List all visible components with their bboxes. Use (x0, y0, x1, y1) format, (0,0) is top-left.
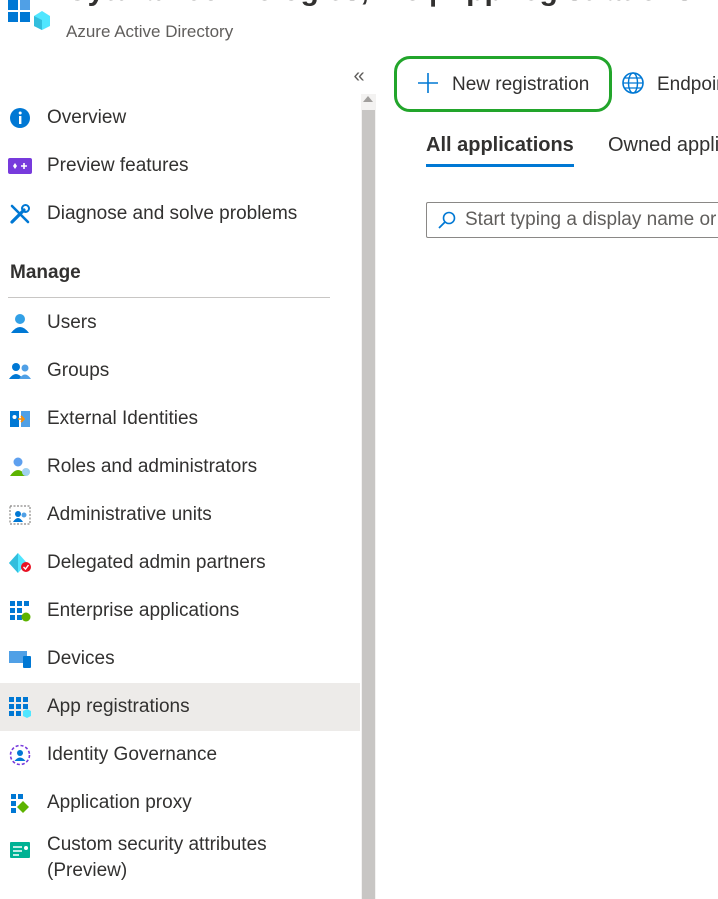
groups-icon (8, 359, 32, 383)
sidebar-item-admin-units[interactable]: Administrative units (0, 491, 360, 539)
sidebar-item-preview-features[interactable]: Preview features (0, 142, 360, 190)
app-registrations-icon (8, 695, 32, 719)
sidebar-item-external-identities[interactable]: External Identities (0, 395, 360, 443)
endpoints-button[interactable]: Endpoints (621, 68, 718, 102)
admin-units-icon (8, 503, 32, 527)
sidebar-item-enterprise-apps[interactable]: Enterprise applications (0, 587, 360, 635)
wrench-icon (8, 202, 32, 226)
info-icon (8, 106, 32, 130)
sidebar-item-label: Custom security attributes (Preview) (47, 832, 347, 884)
search-icon (438, 211, 456, 229)
sidebar-item-label: Roles and administrators (47, 456, 258, 477)
main-content: New registration Endpoints All applicati… (376, 56, 718, 899)
tab-all-applications[interactable]: All applications (426, 134, 574, 167)
sidebar-item-app-registrations[interactable]: App registrations (0, 683, 360, 731)
new-registration-label: New registration (452, 74, 590, 95)
sidebar-item-overview[interactable]: Overview (0, 94, 360, 142)
sidebar-item-label: Diagnose and solve problems (47, 203, 298, 224)
sidebar-item-delegated-partners[interactable]: Delegated admin partners (0, 539, 360, 587)
roles-icon (8, 455, 32, 479)
collapse-sidebar-button[interactable]: « (349, 64, 369, 88)
sidebar-item-label: Preview features (47, 155, 189, 176)
sidebar-item-label: External Identities (47, 408, 199, 429)
sidebar-item-identity-governance[interactable]: Identity Governance (0, 731, 360, 779)
new-registration-button[interactable]: New registration (416, 68, 589, 102)
sidebar-item-label: Identity Governance (47, 744, 218, 765)
preview-features-icon (8, 154, 32, 178)
manage-section-header: Manage (10, 262, 81, 283)
tab-owned-applications[interactable]: Owned applications (608, 134, 718, 167)
sidebar-item-roles[interactable]: Roles and administrators (0, 443, 360, 491)
sidebar-item-groups[interactable]: Groups (0, 347, 360, 395)
enterprise-apps-icon (8, 599, 32, 623)
delegated-partners-icon (8, 551, 32, 575)
sidebar: Overview Preview features Diagnose and s… (0, 94, 360, 899)
sidebar-scrollbar-thumb[interactable] (362, 110, 375, 899)
sidebar-item-label: Administrative units (47, 504, 212, 525)
sidebar-item-label-line: Custom security attributes (Preview) (47, 834, 267, 881)
sidebar-item-label: Users (47, 312, 97, 333)
devices-icon (8, 647, 32, 671)
identity-governance-icon (8, 743, 32, 767)
sidebar-item-label: Groups (47, 360, 110, 381)
application-proxy-icon (8, 791, 32, 815)
sidebar-item-application-proxy[interactable]: Application proxy (0, 779, 360, 827)
sidebar-item-label: Devices (47, 648, 115, 669)
sidebar-item-custom-security[interactable]: Custom security attributes (Preview) (0, 827, 360, 889)
endpoints-label: Endpoints (657, 74, 718, 95)
search-input[interactable] (465, 209, 718, 231)
app-registrations-logo-icon (8, 0, 50, 30)
page-header: Cytura Technologies, Inc | App registrat… (0, 0, 718, 56)
sidebar-item-label: Application proxy (47, 792, 192, 813)
sidebar-item-label: Enterprise applications (47, 600, 240, 621)
sidebar-item-label: Overview (47, 107, 127, 128)
external-identities-icon (8, 407, 32, 431)
scroll-up-arrow-icon[interactable] (363, 96, 373, 102)
sidebar-item-devices[interactable]: Devices (0, 635, 360, 683)
section-divider (8, 297, 330, 298)
sidebar-item-users[interactable]: Users (0, 299, 360, 347)
search-box[interactable] (426, 202, 718, 238)
page-subtitle: Azure Active Directory (66, 22, 234, 41)
globe-icon (621, 71, 645, 100)
user-icon (8, 311, 32, 335)
sidebar-item-label: Delegated admin partners (47, 552, 266, 573)
sidebar-item-label: App registrations (47, 696, 190, 717)
plus-icon (416, 71, 440, 100)
custom-security-icon (8, 839, 32, 863)
page-title: Cytura Technologies, Inc | App registrat… (66, 0, 693, 8)
sidebar-item-diagnose[interactable]: Diagnose and solve problems (0, 190, 360, 238)
